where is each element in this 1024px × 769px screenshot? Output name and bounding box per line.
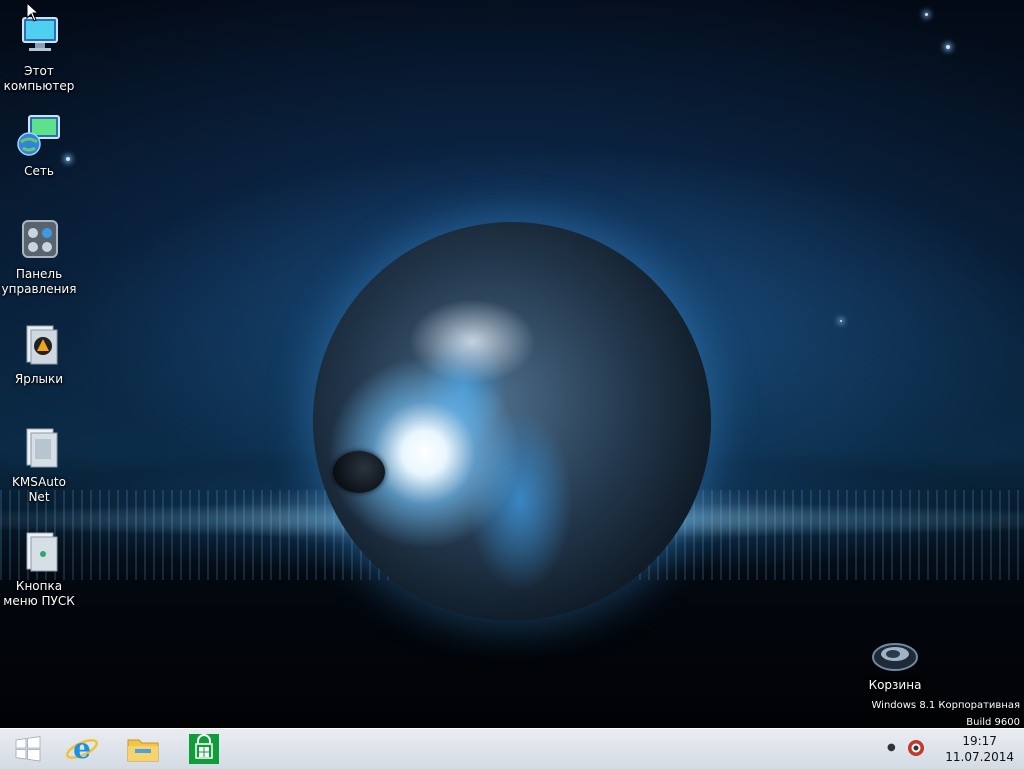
watermark-edition: Windows 8.1 Корпоративная <box>871 700 1021 711</box>
watermark-build: Build 9600 <box>966 717 1020 728</box>
folder-icon <box>26 532 58 572</box>
taskbar-file-explorer[interactable] <box>115 729 171 769</box>
windows-logo-icon <box>15 736 41 762</box>
tray-time: 19:17 <box>962 734 997 748</box>
star <box>946 45 950 49</box>
tray-show-hidden-icons[interactable]: ● <box>887 742 896 753</box>
desktop-icon-label: Кнопка меню ПУСК <box>3 579 75 608</box>
start-button[interactable] <box>0 729 56 769</box>
tray-clock[interactable]: 19:17 11.07.2014 <box>945 733 1014 765</box>
svg-text:e: e <box>73 732 91 765</box>
network-icon <box>17 115 60 156</box>
desktop-icon-label: KMSAuto Net <box>12 475 66 504</box>
desktop-icon-start-menu-button[interactable]: Кнопка меню ПУСК <box>1 527 77 609</box>
shortcuts-folder-icon <box>26 325 58 365</box>
file-explorer-icon <box>127 739 159 762</box>
taskbar-store[interactable] <box>176 729 232 769</box>
moon-wallpaper <box>333 451 385 493</box>
earth-globe-wallpaper <box>313 222 711 620</box>
speaker-icon[interactable] <box>906 738 926 758</box>
desktop-icon-control-panel[interactable]: Панель управления <box>1 215 77 297</box>
windows-version-watermark: Windows 8.1 Корпоративная Build 9600 <box>872 697 1021 728</box>
folder-icon <box>26 428 58 468</box>
mouse-cursor-icon <box>26 2 40 22</box>
desktop-icon-network[interactable]: Сеть <box>1 112 77 179</box>
desktop-icon-this-pc[interactable]: Этот компьютер <box>1 12 77 94</box>
star <box>925 13 928 16</box>
internet-explorer-icon: e <box>66 732 98 765</box>
desktop-icon-label: Ярлыки <box>14 372 64 386</box>
store-icon <box>189 734 219 764</box>
desktop-icon-shortcuts[interactable]: Ярлыки <box>1 320 77 387</box>
desktop-icon-kmsauto[interactable]: KMSAuto Net <box>1 423 77 505</box>
control-panel-icon <box>22 220 58 258</box>
desktop-icon-label: Панель управления <box>1 267 77 296</box>
desktop-icon-label: Сеть <box>24 164 54 178</box>
desktop-background[interactable]: Этот компьютер Сеть Панель управления Яр… <box>0 0 1024 728</box>
desktop-icon-label: Корзина <box>868 678 922 692</box>
desktop-icon-label: Этот компьютер <box>3 64 75 93</box>
recycle-bin-icon <box>872 643 918 671</box>
star <box>840 320 842 322</box>
desktop-icon-recycle-bin[interactable]: Корзина <box>857 640 933 693</box>
taskbar-internet-explorer[interactable]: e <box>54 729 110 769</box>
tray-date: 11.07.2014 <box>945 750 1014 764</box>
taskbar: e 19:17 11.07.2014 <box>0 728 1024 769</box>
